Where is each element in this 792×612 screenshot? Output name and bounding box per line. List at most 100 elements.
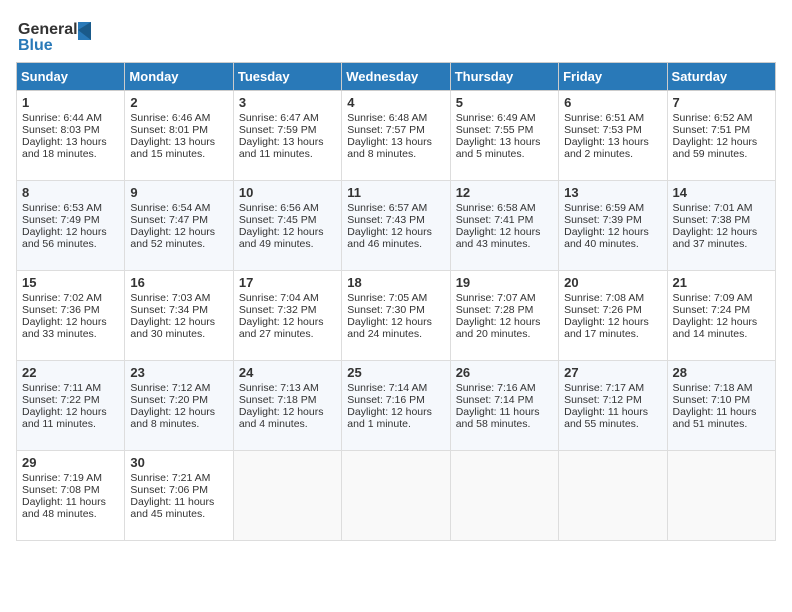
calendar-cell: 24Sunrise: 7:13 AMSunset: 7:18 PMDayligh… <box>233 361 341 451</box>
col-header-monday: Monday <box>125 63 233 91</box>
day-info-line: Daylight: 11 hours <box>22 496 119 508</box>
week-row-3: 15Sunrise: 7:02 AMSunset: 7:36 PMDayligh… <box>17 271 776 361</box>
day-info-line: and 49 minutes. <box>239 238 336 250</box>
day-info-line: Sunrise: 7:02 AM <box>22 292 119 304</box>
day-info-line: and 27 minutes. <box>239 328 336 340</box>
calendar-cell: 12Sunrise: 6:58 AMSunset: 7:41 PMDayligh… <box>450 181 558 271</box>
day-info-line: Sunrise: 7:19 AM <box>22 472 119 484</box>
day-info-line: Sunset: 7:43 PM <box>347 214 444 226</box>
col-header-saturday: Saturday <box>667 63 775 91</box>
calendar-cell: 10Sunrise: 6:56 AMSunset: 7:45 PMDayligh… <box>233 181 341 271</box>
col-header-tuesday: Tuesday <box>233 63 341 91</box>
day-info-line: Sunrise: 6:51 AM <box>564 112 661 124</box>
week-row-1: 1Sunrise: 6:44 AMSunset: 8:03 PMDaylight… <box>17 91 776 181</box>
calendar-cell: 2Sunrise: 6:46 AMSunset: 8:01 PMDaylight… <box>125 91 233 181</box>
day-info-line: Sunset: 7:14 PM <box>456 394 553 406</box>
calendar-cell: 5Sunrise: 6:49 AMSunset: 7:55 PMDaylight… <box>450 91 558 181</box>
day-info-line: Sunrise: 6:54 AM <box>130 202 227 214</box>
day-info-line: Sunset: 8:03 PM <box>22 124 119 136</box>
day-info-line: and 11 minutes. <box>22 418 119 430</box>
day-info-line: Sunset: 7:39 PM <box>564 214 661 226</box>
day-number: 20 <box>564 275 661 290</box>
calendar-body: 1Sunrise: 6:44 AMSunset: 8:03 PMDaylight… <box>17 91 776 541</box>
week-row-4: 22Sunrise: 7:11 AMSunset: 7:22 PMDayligh… <box>17 361 776 451</box>
day-info-line: Daylight: 13 hours <box>564 136 661 148</box>
day-info-line: Sunrise: 7:11 AM <box>22 382 119 394</box>
day-number: 24 <box>239 365 336 380</box>
calendar-cell: 8Sunrise: 6:53 AMSunset: 7:49 PMDaylight… <box>17 181 125 271</box>
day-info-line: Sunrise: 7:14 AM <box>347 382 444 394</box>
calendar-cell: 30Sunrise: 7:21 AMSunset: 7:06 PMDayligh… <box>125 451 233 541</box>
day-info-line: Sunrise: 7:05 AM <box>347 292 444 304</box>
day-info-line: Sunset: 7:32 PM <box>239 304 336 316</box>
day-info-line: Sunrise: 7:16 AM <box>456 382 553 394</box>
day-number: 19 <box>456 275 553 290</box>
day-number: 9 <box>130 185 227 200</box>
day-info-line: Daylight: 12 hours <box>347 226 444 238</box>
calendar-cell: 14Sunrise: 7:01 AMSunset: 7:38 PMDayligh… <box>667 181 775 271</box>
day-number: 11 <box>347 185 444 200</box>
day-number: 23 <box>130 365 227 380</box>
day-info-line: Sunset: 7:55 PM <box>456 124 553 136</box>
day-info-line: Sunset: 7:22 PM <box>22 394 119 406</box>
day-info-line: Sunset: 7:06 PM <box>130 484 227 496</box>
day-number: 30 <box>130 455 227 470</box>
day-info-line: Sunrise: 6:49 AM <box>456 112 553 124</box>
day-info-line: Sunrise: 6:59 AM <box>564 202 661 214</box>
day-info-line: Sunset: 7:41 PM <box>456 214 553 226</box>
day-info-line: Daylight: 12 hours <box>239 226 336 238</box>
day-number: 17 <box>239 275 336 290</box>
day-info-line: Daylight: 13 hours <box>22 136 119 148</box>
day-info-line: Sunset: 7:45 PM <box>239 214 336 226</box>
day-info-line: Daylight: 12 hours <box>673 136 770 148</box>
day-info-line: and 58 minutes. <box>456 418 553 430</box>
day-info-line: Daylight: 12 hours <box>22 226 119 238</box>
day-info-line: and 17 minutes. <box>564 328 661 340</box>
day-number: 3 <box>239 95 336 110</box>
calendar-cell: 26 Sunrise: 7:16 AMSunset: 7:14 PMDayligh… <box>450 361 558 451</box>
logo: GeneralBlue <box>16 16 96 56</box>
day-info-line: Sunset: 7:18 PM <box>239 394 336 406</box>
calendar-cell <box>342 451 450 541</box>
col-header-friday: Friday <box>559 63 667 91</box>
day-info-line: Sunrise: 7:08 AM <box>564 292 661 304</box>
day-info-line: and 15 minutes. <box>130 148 227 160</box>
day-number: 27 <box>564 365 661 380</box>
day-info-line: Daylight: 12 hours <box>564 316 661 328</box>
day-info-line: Sunrise: 6:57 AM <box>347 202 444 214</box>
day-info-line: Daylight: 12 hours <box>673 316 770 328</box>
day-info-line: and 51 minutes. <box>673 418 770 430</box>
day-info-line: Sunset: 7:47 PM <box>130 214 227 226</box>
svg-text:General: General <box>18 21 78 38</box>
day-number: 29 <box>22 455 119 470</box>
day-info-line: Sunset: 7:38 PM <box>673 214 770 226</box>
calendar-cell: 13Sunrise: 6:59 AMSunset: 7:39 PMDayligh… <box>559 181 667 271</box>
day-info-line: Sunset: 7:10 PM <box>673 394 770 406</box>
day-info-line: Sunrise: 7:09 AM <box>673 292 770 304</box>
day-number: 15 <box>22 275 119 290</box>
day-info-line: Daylight: 11 hours <box>130 496 227 508</box>
day-info-line: Sunrise: 6:48 AM <box>347 112 444 124</box>
calendar-cell: 16Sunrise: 7:03 AMSunset: 7:34 PMDayligh… <box>125 271 233 361</box>
day-info-line: and 24 minutes. <box>347 328 444 340</box>
calendar-cell: 17Sunrise: 7:04 AMSunset: 7:32 PMDayligh… <box>233 271 341 361</box>
calendar-cell: 6Sunrise: 6:51 AMSunset: 7:53 PMDaylight… <box>559 91 667 181</box>
calendar-cell: 22Sunrise: 7:11 AMSunset: 7:22 PMDayligh… <box>17 361 125 451</box>
col-header-sunday: Sunday <box>17 63 125 91</box>
day-info-line: Sunrise: 6:46 AM <box>130 112 227 124</box>
day-info-line: Sunrise: 7:01 AM <box>673 202 770 214</box>
day-number: 26 <box>456 365 553 380</box>
day-info-line: Daylight: 11 hours <box>456 406 553 418</box>
day-number: 4 <box>347 95 444 110</box>
header-row: SundayMondayTuesdayWednesdayThursdayFrid… <box>17 63 776 91</box>
day-info-line: Daylight: 13 hours <box>239 136 336 148</box>
day-info-line: and 59 minutes. <box>673 148 770 160</box>
day-info-line: Sunrise: 7:03 AM <box>130 292 227 304</box>
day-info-line: Daylight: 12 hours <box>130 406 227 418</box>
day-number: 12 <box>456 185 553 200</box>
day-info-line: and 33 minutes. <box>22 328 119 340</box>
calendar-cell: 11 Sunrise: 6:57 AMSunset: 7:43 PMDayligh… <box>342 181 450 271</box>
day-info-line: Sunset: 7:28 PM <box>456 304 553 316</box>
day-info-line: Sunrise: 6:47 AM <box>239 112 336 124</box>
day-info-line: Sunset: 7:24 PM <box>673 304 770 316</box>
